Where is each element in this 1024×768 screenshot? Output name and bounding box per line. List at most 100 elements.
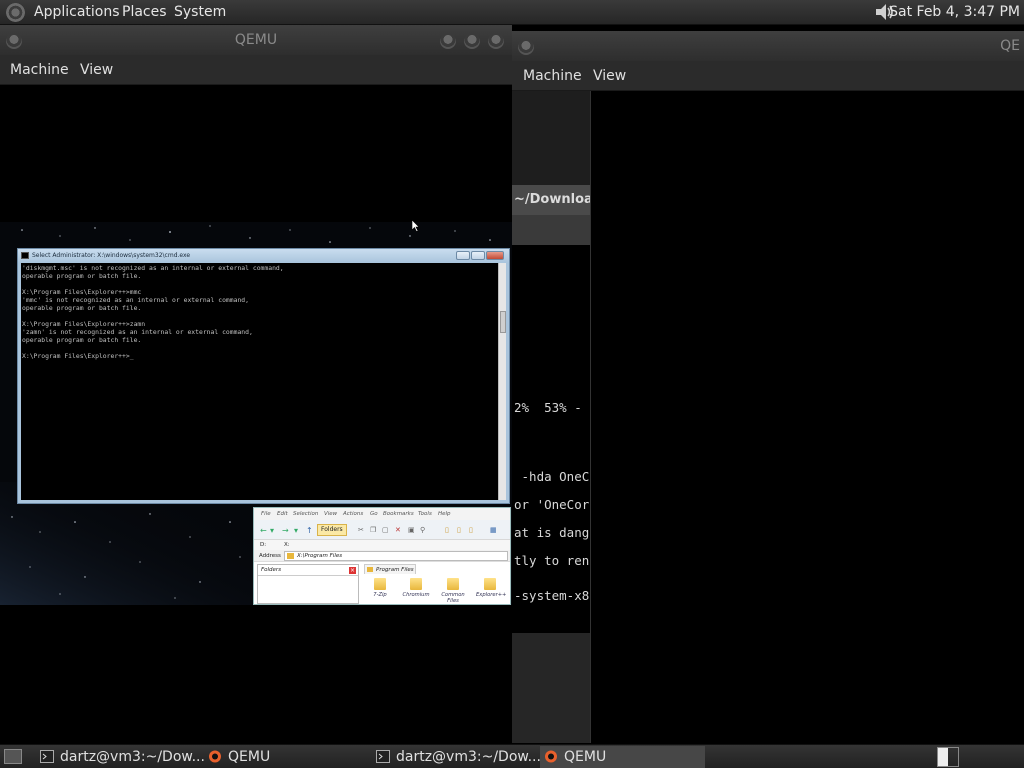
explorer-menu-go[interactable]: Go (370, 511, 378, 517)
explorer-toolbar: ← ▾ → ▾ ↑ Folders ✂ ❐ ▢ ✕ ▣ ⚲ ▯ ▯ ▯ ▦ (254, 520, 510, 540)
tab-program-files[interactable]: Program Files (364, 564, 416, 574)
explorer-menu-tools[interactable]: Tools (418, 511, 432, 517)
qemu-right-titlebar[interactable]: QE (512, 31, 1024, 61)
back-dropdown-icon[interactable]: ▾ (270, 526, 274, 535)
explorer-menu-help[interactable]: Help (438, 511, 451, 517)
file-list-pane[interactable]: Program Files 7-Zip Chromium Common File… (362, 564, 510, 604)
folder-item[interactable]: Explorer++ (476, 578, 507, 598)
downloads-title-fragment: ~/Download (514, 192, 603, 207)
drive-d[interactable]: D: (260, 542, 266, 548)
close-icon[interactable] (488, 33, 504, 49)
address-input[interactable]: X:\Program Files (284, 551, 508, 561)
cmd-scrollbar[interactable] (498, 263, 506, 500)
cmd-titlebar[interactable]: Select Administrator: X:\windows\system3… (18, 249, 509, 263)
folders-button[interactable]: Folders (317, 524, 347, 536)
minimize-icon[interactable] (440, 33, 456, 49)
properties-icon[interactable]: ▣ (408, 526, 415, 534)
views-icon[interactable]: ▦ (490, 526, 497, 534)
taskbar-item-terminal-1[interactable]: dartz@vm3:~/Dow... (36, 746, 205, 768)
cmd-minimize-icon[interactable] (456, 251, 470, 260)
explorer-menu-view[interactable]: View (324, 511, 337, 517)
cmd-window-buttons (456, 251, 506, 261)
folder-icon (447, 578, 459, 590)
search-icon[interactable]: ⚲ (420, 526, 425, 534)
distro-logo-icon[interactable] (6, 3, 25, 22)
address-bar: Address X:\Program Files (254, 550, 510, 562)
taskbar-item-label: dartz@vm3:~/Dow... (60, 749, 205, 765)
qemu-left-titlebar[interactable]: QEMU (0, 25, 512, 55)
terminal-text-system: -system-x8 (514, 588, 590, 603)
explorer-menu-file[interactable]: File (261, 511, 271, 517)
back-icon[interactable]: ← (260, 526, 267, 535)
applications-menu[interactable]: Applications (34, 4, 120, 20)
clock[interactable]: Sat Feb 4, 3:47 PM (889, 4, 1020, 20)
qemu-icon (209, 750, 221, 763)
folder-small-icon (287, 553, 294, 559)
taskbar-item-label: QEMU (228, 749, 271, 765)
forward-dropdown-icon[interactable]: ▾ (294, 526, 298, 535)
drive-x[interactable]: X: (284, 542, 290, 548)
address-value: X:\Program Files (297, 553, 343, 559)
folder-item[interactable]: Chromium (402, 578, 430, 598)
places-menu[interactable]: Places (122, 4, 167, 20)
machine-menu[interactable]: Machine (10, 62, 69, 78)
folder-item[interactable]: 7-Zip (366, 578, 394, 598)
qemu-window-right: QE Machine View ~/Download 2% 53% - -hda… (512, 31, 1024, 743)
close-folders-pane-icon[interactable]: × (349, 567, 356, 574)
mouse-pointer-icon (412, 220, 420, 232)
copy-icon[interactable]: ❐ (370, 526, 376, 534)
folder-item-label: 7-Zip (373, 592, 387, 598)
cmd-window: Select Administrator: X:\windows\system3… (17, 248, 510, 504)
qemu-right-display[interactable] (590, 91, 1024, 743)
terminal-toolbar-fragment (512, 215, 590, 245)
forward-icon[interactable]: → (282, 526, 289, 535)
folders-pane-label: Folders (261, 567, 282, 573)
move-to-icon[interactable]: ▯ (469, 526, 473, 534)
taskbar-item-terminal-2[interactable]: dartz@vm3:~/Dow... (372, 746, 541, 768)
folder-item-label: Explorer++ (476, 592, 507, 598)
taskbar: dartz@vm3:~/Dow... QEMU dartz@vm3:~/Dow.… (0, 744, 1024, 768)
cut-icon[interactable]: ✂ (358, 526, 364, 534)
explorer-menu-selection[interactable]: Selection (293, 511, 318, 517)
explorer-menu-actions[interactable]: Actions (343, 511, 363, 517)
view-menu[interactable]: View (593, 68, 626, 84)
view-menu[interactable]: View (80, 62, 113, 78)
delete-icon[interactable]: ✕ (395, 526, 401, 534)
background-terminal-strip: ~/Download 2% 53% - -hda OneC or 'OneCor… (512, 91, 602, 743)
cmd-scrollbar-thumb[interactable] (500, 311, 506, 333)
terminal-text-hda: -hda OneC (514, 469, 590, 484)
folders-pane[interactable]: Folders × (257, 564, 359, 604)
maximize-icon[interactable] (464, 33, 480, 49)
cmd-output[interactable]: 'diskmgmt.msc' is not recognized as an i… (21, 263, 498, 500)
qemu-right-title: QE (1000, 38, 1020, 54)
explorer-menubar: File Edit Selection View Actions Go Book… (254, 508, 510, 520)
cmd-close-icon[interactable] (486, 251, 504, 260)
up-icon[interactable]: ↑ (306, 526, 313, 535)
terminal-text-onecor: or 'OneCor (514, 497, 590, 512)
show-desktop-icon[interactable] (4, 749, 22, 764)
cmd-maximize-icon[interactable] (471, 251, 485, 260)
window-menu-icon[interactable] (6, 33, 22, 49)
taskbar-item-qemu-1[interactable]: QEMU (204, 746, 369, 768)
folder-icon (374, 578, 386, 590)
workspace-1[interactable] (938, 748, 948, 766)
machine-menu[interactable]: Machine (523, 68, 582, 84)
taskbar-item-label: QEMU (564, 749, 607, 765)
folders-pane-divider (258, 575, 358, 576)
copy-to-icon[interactable]: ▯ (457, 526, 461, 534)
terminal-icon (40, 750, 54, 763)
folder-icon (484, 578, 496, 590)
explorer-menu-bookmarks[interactable]: Bookmarks (383, 511, 414, 517)
qemu-left-menubar: Machine View (0, 55, 512, 85)
taskbar-item-qemu-2[interactable]: QEMU (540, 746, 705, 768)
qemu-left-title: QEMU (234, 32, 278, 48)
new-folder-icon[interactable]: ▯ (445, 526, 449, 534)
system-menu[interactable]: System (174, 4, 226, 20)
folder-item[interactable]: Common Files (439, 578, 467, 604)
qemu-icon (545, 750, 557, 763)
window-menu-icon[interactable] (518, 39, 534, 55)
paste-icon[interactable]: ▢ (382, 526, 389, 534)
workspace-switcher[interactable] (937, 747, 959, 767)
explorer-menu-edit[interactable]: Edit (277, 511, 288, 517)
tab-folder-icon (367, 567, 373, 572)
